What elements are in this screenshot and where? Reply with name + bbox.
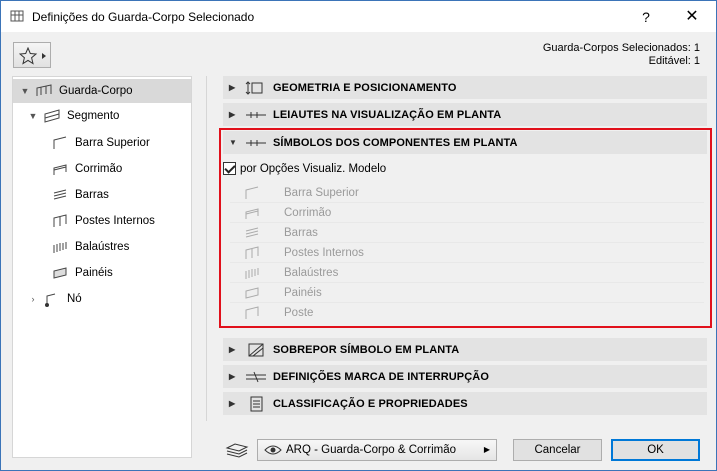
section-title: SOBREPOR SÍMBOLO EM PLANTA [273, 343, 460, 356]
symbol-item-panels: Painéis [230, 283, 704, 303]
title-bar: Definições do Guarda-Corpo Selecionado ?… [1, 1, 716, 32]
star-icon [19, 47, 46, 65]
panels-icon [53, 267, 67, 279]
model-view-options-checkbox[interactable] [223, 162, 236, 175]
tree-item-panels[interactable]: Painéis [51, 261, 113, 285]
chevron-right-icon[interactable]: ▶ [229, 110, 241, 119]
railing-app-icon [10, 10, 24, 22]
selected-count: Guarda-Corpos Selecionados: 1 [542, 42, 700, 54]
symbol-item-rails: Barras [230, 223, 704, 243]
section-title: GEOMETRIA E POSICIONAMENTO [273, 81, 457, 94]
override-symbol-icon [248, 343, 264, 356]
tree-item-label: Nó [67, 293, 82, 305]
railing-icon [36, 84, 52, 96]
cancel-button[interactable]: Cancelar [513, 439, 602, 461]
chevron-right-icon[interactable]: ▶ [229, 372, 241, 381]
floor-plan-icon [246, 111, 266, 118]
section-title: CLASSIFICAÇÃO E PROPRIEDADES [273, 397, 468, 410]
model-view-options-checkbox-row[interactable]: por Opções Visualiz. Modelo [223, 162, 386, 175]
window-title: Definições do Guarda-Corpo Selecionado [32, 10, 255, 24]
editable-count: Editável: 1 [648, 55, 700, 67]
chevron-right-icon[interactable]: ▶ [229, 399, 241, 408]
layers-icon [225, 443, 249, 458]
tree-item-label: Barras [75, 189, 109, 201]
chevron-right-icon[interactable]: › [27, 294, 39, 304]
tree-item-top-rail[interactable]: Barra Superior [51, 131, 150, 155]
help-button[interactable]: ? [631, 6, 661, 28]
tree-item-label: Painéis [75, 267, 113, 279]
inner-posts-icon [53, 214, 67, 227]
selection-info: Guarda-Corpos Selecionados: 1 Editável: … [543, 42, 700, 68]
settings-panel: ▶ GEOMETRIA E POSICIONAMENTO ▶ LEIAUTES … [206, 76, 716, 421]
tree-item-label: Postes Internos [75, 215, 155, 227]
eye-icon [264, 445, 282, 455]
node-icon [45, 293, 56, 307]
tree-item-handrail[interactable]: Corrimão [51, 157, 122, 181]
handrail-icon [245, 207, 259, 219]
panels-icon [245, 286, 259, 299]
symbol-item-inner-posts: Postes Internos [230, 243, 704, 263]
dialog-window: Definições do Guarda-Corpo Selecionado ?… [0, 0, 717, 471]
checkbox-label: por Opções Visualiz. Modelo [240, 162, 387, 175]
section-title: SÍMBOLOS DOS COMPONENTES EM PLANTA [273, 136, 518, 149]
tree-item-railing[interactable]: ▼ Guarda-Corpo [13, 79, 191, 103]
section-floor-plan-layouts[interactable]: ▶ LEIAUTES NA VISUALIZAÇÃO EM PLANTA [223, 103, 707, 126]
rails-icon [245, 227, 259, 237]
post-icon [245, 306, 259, 319]
top-rail-icon [245, 186, 259, 199]
section-title: LEIAUTES NA VISUALIZAÇÃO EM PLANTA [273, 108, 502, 121]
handrail-icon [53, 164, 67, 175]
section-break-mark[interactable]: ▶ DEFINIÇÕES MARCA DE INTERRUPÇÃO [223, 365, 707, 388]
symbol-item-label: Balaústres [284, 266, 339, 279]
tree-item-label: Balaústres [75, 241, 130, 253]
section-title: DEFINIÇÕES MARCA DE INTERRUPÇÃO [273, 370, 489, 383]
balusters-icon [53, 242, 67, 253]
view-combination-dropdown[interactable]: ARQ - Guarda-Corpo & Corrimão ▶ [257, 439, 497, 461]
favorites-button[interactable] [13, 42, 51, 68]
chevron-right-icon[interactable]: ▶ [229, 83, 241, 92]
rails-icon [53, 189, 67, 200]
section-geometry[interactable]: ▶ GEOMETRIA E POSICIONAMENTO [223, 76, 707, 99]
ok-button[interactable]: OK [611, 439, 700, 461]
break-mark-icon [246, 371, 266, 382]
tree-item-inner-posts[interactable]: Postes Internos [51, 209, 155, 233]
dropdown-value: ARQ - Guarda-Corpo & Corrimão [286, 444, 456, 456]
symbol-item-balusters: Balaústres [230, 263, 704, 283]
symbol-item-label: Painéis [284, 286, 322, 299]
segment-icon [44, 109, 60, 123]
close-button[interactable]: ✕ [677, 6, 707, 28]
symbol-item-post: Poste [230, 303, 704, 323]
inner-posts-icon [245, 245, 259, 259]
tree-item-label: Corrimão [75, 163, 123, 175]
symbol-item-handrail: Corrimão [230, 203, 704, 223]
chevron-right-icon: ▶ [483, 445, 490, 454]
tree-item-label: Barra Superior [75, 137, 150, 149]
settings-tree: ▼ Guarda-Corpo ▼ Segmento Barra Superior… [12, 76, 192, 458]
chevron-down-icon[interactable]: ▼ [27, 111, 39, 121]
tree-item-label: Segmento [67, 110, 120, 122]
geometry-icon [245, 80, 263, 95]
component-symbols-icon [246, 139, 266, 146]
symbol-item-top-rail: Barra Superior [230, 183, 704, 203]
symbol-item-label: Barra Superior [284, 186, 359, 199]
section-classification[interactable]: ▶ CLASSIFICAÇÃO E PROPRIEDADES [223, 392, 707, 415]
tree-item-segment[interactable]: ▼ Segmento [27, 104, 119, 128]
top-rail-icon [53, 136, 67, 149]
balusters-icon [245, 267, 259, 279]
symbol-item-label: Poste [284, 307, 314, 319]
section-component-symbols[interactable]: ▼ SÍMBOLOS DOS COMPONENTES EM PLANTA [223, 131, 707, 154]
tree-item-label: Guarda-Corpo [59, 85, 133, 97]
chevron-down-icon[interactable]: ▼ [229, 138, 241, 147]
tree-item-balusters[interactable]: Balaústres [51, 235, 129, 259]
document-list-icon [250, 396, 263, 411]
chevron-down-icon[interactable]: ▼ [19, 86, 31, 96]
symbol-item-label: Postes Internos [284, 246, 364, 259]
chevron-right-icon[interactable]: ▶ [229, 345, 241, 354]
symbol-item-label: Barras [284, 226, 318, 239]
section-override-symbol[interactable]: ▶ SOBREPOR SÍMBOLO EM PLANTA [223, 338, 707, 361]
tree-item-rails[interactable]: Barras [51, 183, 109, 207]
symbol-item-label: Corrimão [284, 206, 332, 219]
tree-item-node[interactable]: › Nó [27, 287, 82, 311]
